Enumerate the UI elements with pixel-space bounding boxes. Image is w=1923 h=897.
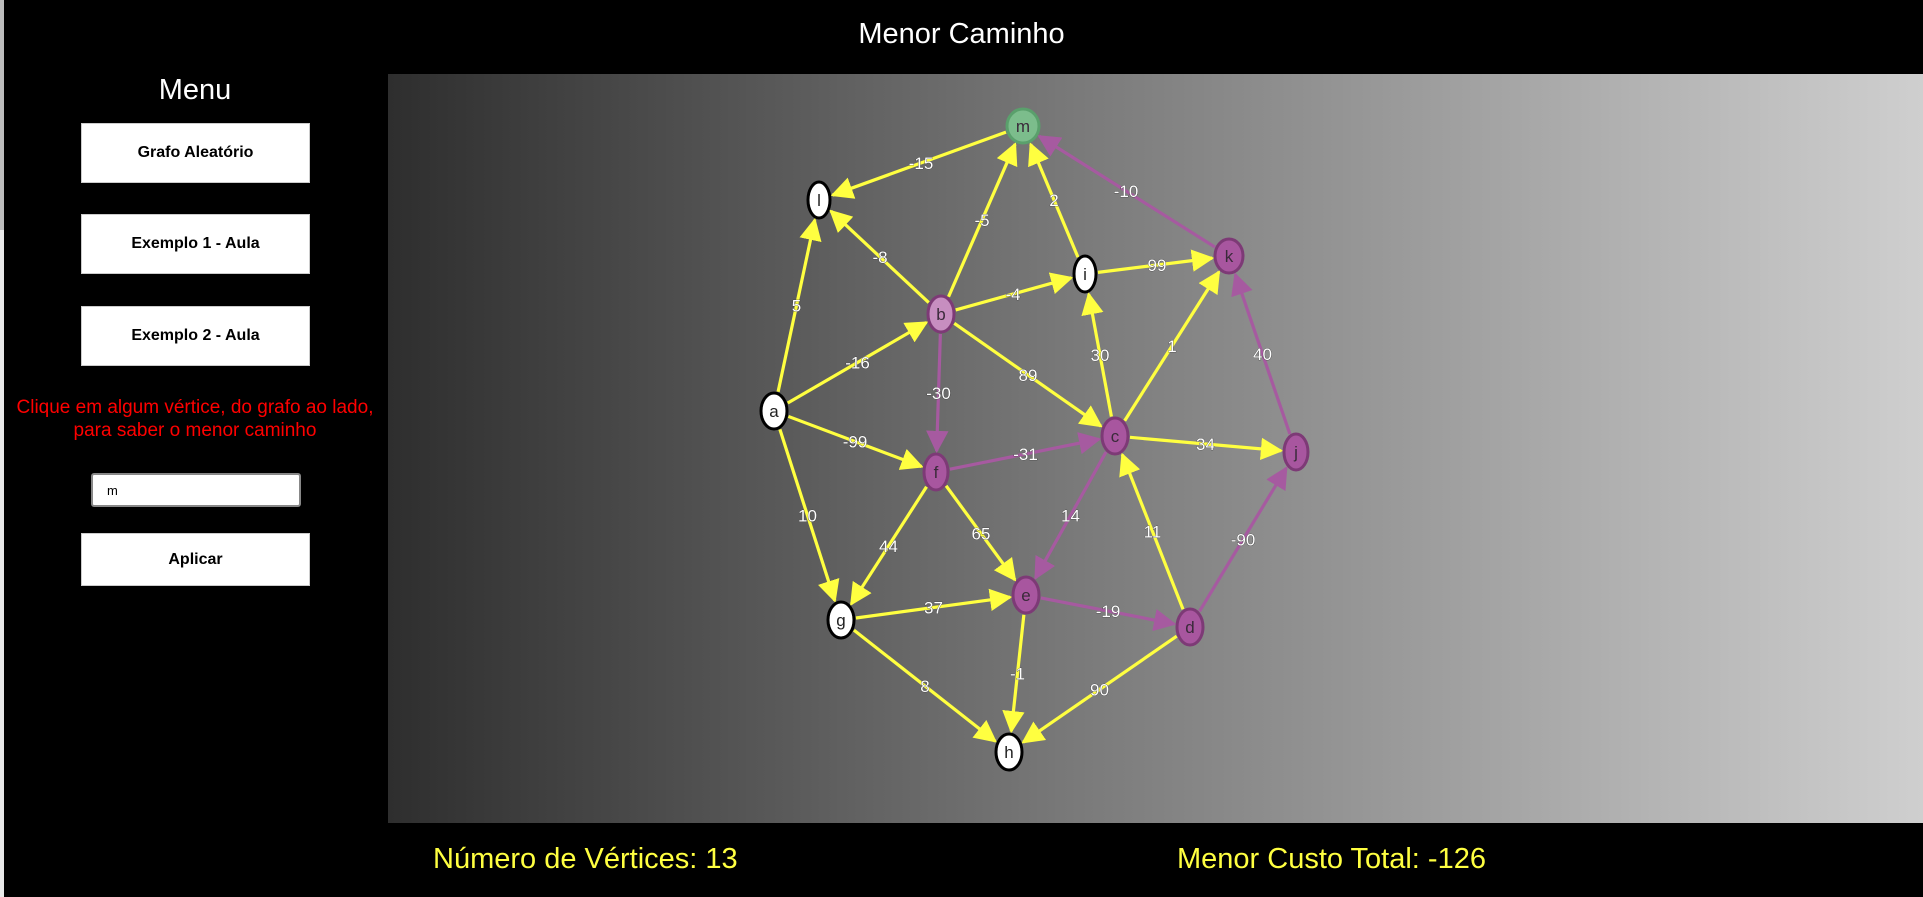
vertex-f[interactable]: f	[922, 452, 950, 492]
edge-weight-k-m: -10	[1114, 182, 1139, 201]
vertex-label-m: m	[1016, 117, 1030, 136]
edge-weight-m-l: -15	[909, 154, 934, 173]
vertex-label-h: h	[1004, 743, 1013, 762]
edge-weight-d-h: 90	[1090, 681, 1109, 700]
vertex-label-f: f	[934, 463, 939, 482]
vertex-c[interactable]: c	[1100, 416, 1130, 456]
vertex-label-k: k	[1225, 247, 1234, 266]
edge-weight-a-f: -99	[843, 433, 868, 452]
edge-weight-c-e: 14	[1061, 507, 1080, 526]
vertex-d[interactable]: d	[1175, 607, 1205, 647]
page-title: Menor Caminho	[858, 18, 1065, 50]
vertex-b[interactable]: b	[926, 294, 956, 334]
graph-canvas[interactable]: -15 -8 -5 2 -10 -4 99 5 -16 -30 89 30 1 40 -99 -31 34 10 4…	[388, 74, 1923, 823]
vertex-label-d: d	[1185, 618, 1194, 637]
edge-weight-e-h: -1	[1010, 665, 1025, 684]
vertex-g[interactable]: g	[826, 600, 856, 640]
vertex-label-j: j	[1293, 443, 1298, 462]
edge-weight-f-e: 65	[972, 525, 991, 544]
graph-svg: -15 -8 -5 2 -10 -4 99 5 -16 -30 89 30 1 40 -99 -31 34 10 4…	[759, 107, 1310, 772]
edge-weight-c-j: 34	[1196, 435, 1215, 454]
example-2-button[interactable]: Exemplo 2 - Aula	[81, 306, 310, 366]
example-1-button[interactable]: Exemplo 1 - Aula	[81, 214, 310, 274]
edge-weight-a-g: 10	[798, 507, 817, 526]
vertex-i[interactable]: i	[1072, 254, 1098, 294]
total-cost: Menor Custo Total: -126	[1177, 843, 1486, 875]
edge-weight-g-h: 8	[920, 677, 929, 696]
vertex-label-c: c	[1111, 427, 1120, 446]
edge-weight-b-c: 89	[1019, 366, 1038, 385]
edge-weight-i-m: 2	[1049, 191, 1058, 210]
edge-weight-c-k: 1	[1167, 337, 1176, 356]
edge-weight-j-k: 40	[1253, 345, 1272, 364]
instruction-line-1: Clique em algum vértice, do grafo ao lad…	[16, 397, 374, 418]
edge-weight-a-l: 5	[792, 297, 801, 316]
edge-weight-d-j: -90	[1231, 531, 1256, 550]
vertex-label-l: l	[817, 191, 821, 210]
edge-weight-g-e: 37	[924, 599, 943, 618]
vertex-input[interactable]	[91, 473, 301, 507]
vertex-label-a: a	[769, 402, 779, 421]
vertex-l[interactable]: l	[806, 180, 832, 220]
vertex-label-i: i	[1083, 265, 1087, 284]
edge-weight-b-l: -8	[872, 248, 887, 267]
side-menu: Menu	[0, 60, 390, 107]
edge-weight-e-d: -19	[1096, 602, 1121, 621]
vertex-h[interactable]: h	[994, 732, 1024, 772]
instruction-line-2: para saber o menor caminho	[73, 420, 317, 441]
edge-weight-b-m: -5	[974, 211, 989, 230]
vertex-label-b: b	[936, 305, 945, 324]
vertex-j[interactable]: j	[1282, 432, 1310, 472]
vertex-k[interactable]: k	[1213, 237, 1245, 275]
vertex-m[interactable]: m	[1005, 107, 1041, 145]
edge-weight-i-k: 99	[1148, 256, 1167, 275]
vertex-label-g: g	[836, 611, 845, 630]
random-graph-button[interactable]: Grafo Aleatório	[81, 123, 310, 183]
edge-weight-d-c: 11	[1144, 523, 1162, 542]
vertex-a[interactable]: a	[759, 391, 789, 431]
edge-weight-b-f: -30	[926, 384, 951, 403]
edge-weight-f-c: -31	[1013, 445, 1038, 464]
apply-button[interactable]: Aplicar	[81, 533, 310, 586]
menu-title: Menu	[158, 74, 232, 106]
edge-weight-c-i: 30	[1091, 346, 1110, 365]
edge-weight-b-i: -4	[1005, 285, 1020, 304]
vertex-e[interactable]: e	[1011, 575, 1041, 615]
edge-weight-a-b: -16	[845, 354, 870, 373]
instruction-text: Clique em algum vértice, do grafo ao lad…	[0, 396, 390, 442]
edge-weight-f-g: 44	[879, 537, 898, 556]
vertex-label-e: e	[1021, 586, 1030, 605]
vertex-count: Número de Vértices: 13	[433, 843, 738, 875]
